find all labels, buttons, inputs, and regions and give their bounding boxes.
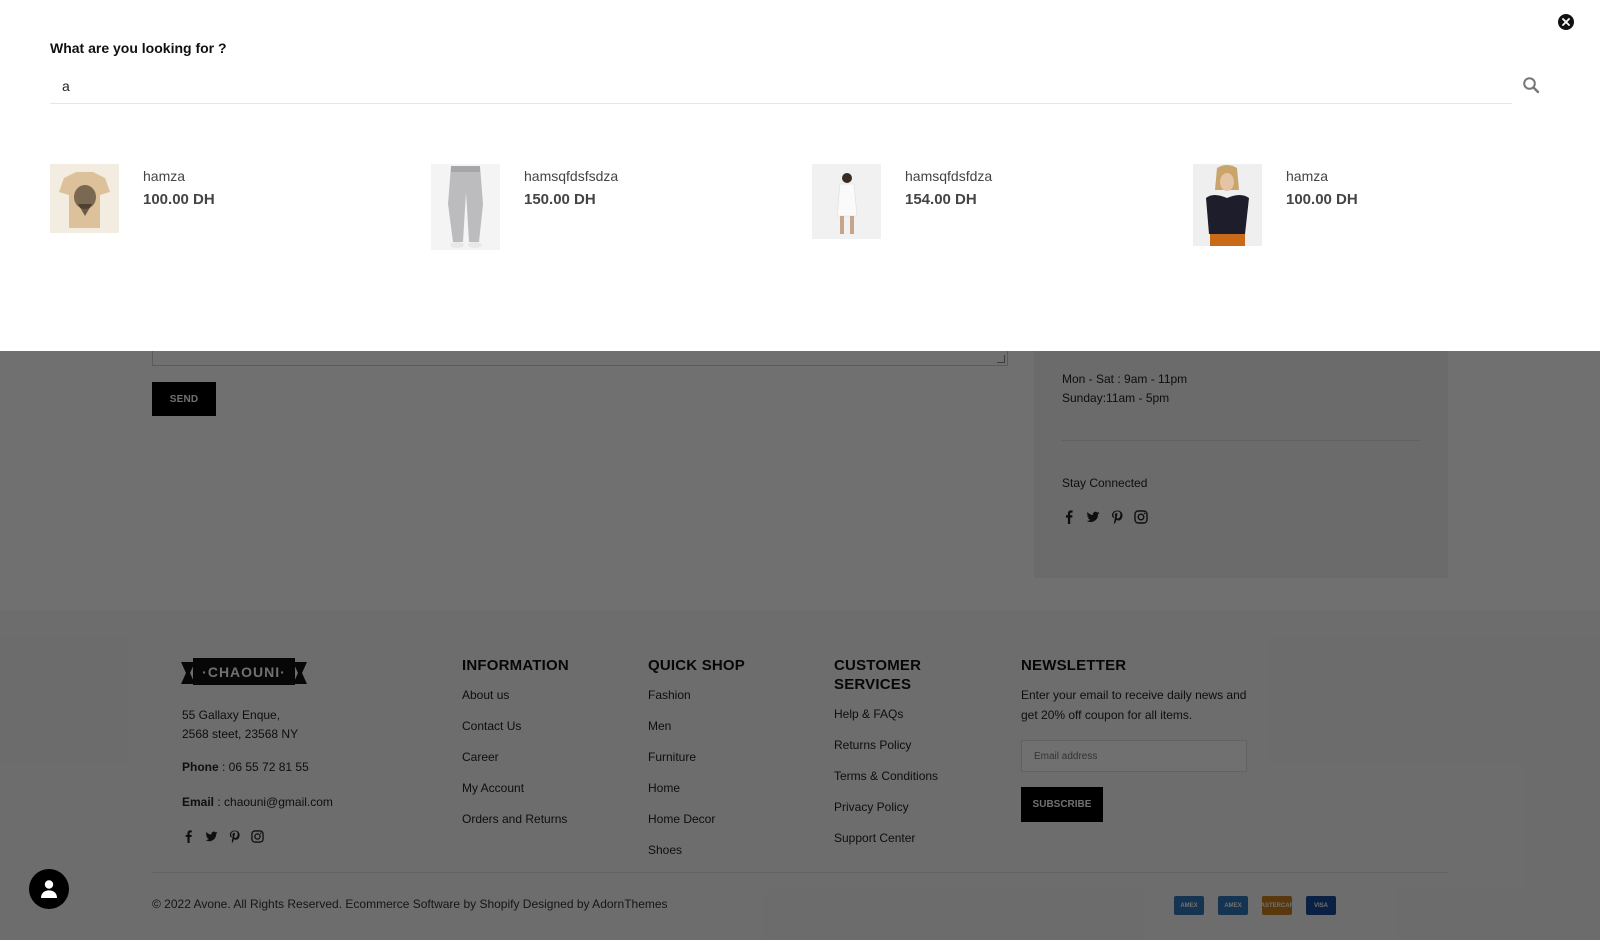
product-name[interactable]: hamza	[143, 168, 185, 184]
product-price: 154.00 DH	[905, 191, 977, 208]
footer-link-furniture[interactable]: Furniture	[648, 749, 745, 780]
close-icon	[1562, 18, 1570, 26]
facebook-icon[interactable]	[182, 830, 195, 843]
divider	[1062, 440, 1420, 441]
account-button[interactable]	[29, 869, 69, 909]
product-thumbnail[interactable]	[50, 164, 119, 233]
pinterest-icon[interactable]	[228, 830, 241, 843]
hours-weekdays: Mon - Sat : 9am - 11pm	[1062, 372, 1188, 386]
phone-info: Phone : 06 55 72 81 55	[182, 760, 309, 774]
store-address: 55 Gallaxy Enque, 2568 steet, 23568 NY	[182, 706, 298, 744]
information-title: INFORMATION	[462, 657, 569, 674]
product-thumbnail[interactable]	[431, 164, 500, 250]
footer-link-about-us[interactable]: About us	[462, 687, 569, 718]
footer-link-support-center[interactable]: Support Center	[834, 830, 954, 861]
footer-link-help-faqs[interactable]: Help & FAQs	[834, 706, 954, 737]
product-thumbnail[interactable]	[812, 164, 881, 239]
footer-link-shoes[interactable]: Shoes	[648, 842, 745, 873]
newsletter-title: NEWSLETTER	[1021, 657, 1127, 674]
divider	[152, 872, 1448, 873]
footer-link-home-decor[interactable]: Home Decor	[648, 811, 745, 842]
search-result-item[interactable]: hamsqfdsfsdza 150.00 DH	[431, 164, 791, 254]
customer-services-title: CUSTOMER SERVICES	[834, 657, 922, 693]
pinterest-icon[interactable]	[1110, 510, 1124, 524]
payment-methods: AMEX AMEX MASTERCARD VISA	[1174, 896, 1336, 915]
visa-card-icon: VISA	[1306, 896, 1336, 915]
product-price: 100.00 DH	[143, 191, 215, 208]
address-line-1: 55 Gallaxy Enque,	[182, 708, 281, 722]
footer-information-column: INFORMATION About us Contact Us Career M…	[462, 656, 569, 842]
phone-value: : 06 55 72 81 55	[218, 760, 309, 774]
product-name[interactable]: hamsqfdsfsdza	[524, 168, 618, 184]
product-price: 150.00 DH	[524, 191, 596, 208]
footer-link-home[interactable]: Home	[648, 780, 745, 811]
footer-customer-services-column: CUSTOMER SERVICES Help & FAQs Returns Po…	[834, 656, 954, 861]
search-results: hamza 100.00 DH hamsqfdsfsdza 150.00 DH …	[50, 164, 1570, 254]
search-drawer: What are you looking for ? hamza 100.00 …	[0, 0, 1600, 351]
footer-link-returns-policy[interactable]: Returns Policy	[834, 737, 954, 768]
search-result-item[interactable]: hamza 100.00 DH	[1193, 164, 1553, 254]
site-footer: ·CHAOUNI· 55 Gallaxy Enque, 2568 steet, …	[0, 610, 1600, 940]
email-label: Email	[182, 795, 215, 809]
mastercard-icon: MASTERCARD	[1256, 896, 1298, 915]
footer-quick-shop-column: QUICK SHOP Fashion Men Furniture Home Ho…	[648, 656, 745, 873]
search-icon[interactable]	[1522, 76, 1540, 94]
hours-sunday: Sunday:11am - 5pm	[1062, 391, 1170, 405]
footer-newsletter-column: NEWSLETTER Enter your email to receive d…	[1021, 656, 1261, 822]
search-result-item[interactable]: hamza 100.00 DH	[50, 164, 410, 254]
resize-handle-icon[interactable]	[997, 355, 1005, 363]
close-search-button[interactable]	[1558, 14, 1574, 30]
copyright-text: © 2022 Avone. All Rights Reserved. Ecomm…	[152, 897, 668, 911]
facebook-icon[interactable]	[1062, 510, 1076, 524]
twitter-icon[interactable]	[1086, 510, 1100, 524]
search-input[interactable]	[50, 68, 1512, 104]
product-price: 100.00 DH	[1286, 191, 1358, 208]
contact-social-links	[1062, 510, 1148, 524]
newsletter-text: Enter your email to receive daily news a…	[1021, 688, 1247, 722]
send-button[interactable]: SEND	[152, 382, 216, 416]
footer-link-career[interactable]: Career	[462, 749, 569, 780]
footer-link-privacy-policy[interactable]: Privacy Policy	[834, 799, 954, 830]
opening-hours: Mon - Sat : 9am - 11pm Sunday:11am - 5pm	[1062, 370, 1187, 408]
email-value[interactable]: : chaouni@gmail.com	[214, 795, 333, 809]
product-thumbnail[interactable]	[1193, 164, 1262, 246]
amex-card-icon: AMEX	[1218, 896, 1248, 915]
footer-link-terms[interactable]: Terms & Conditions	[834, 768, 954, 799]
product-name[interactable]: hamsqfdsfdza	[905, 168, 992, 184]
instagram-icon[interactable]	[251, 830, 264, 843]
product-name[interactable]: hamza	[1286, 168, 1328, 184]
twitter-icon[interactable]	[205, 830, 218, 843]
chaouni-logo[interactable]: ·CHAOUNI·	[181, 658, 307, 688]
search-result-item[interactable]: hamsqfdsfdza 154.00 DH	[812, 164, 1172, 254]
footer-link-orders-returns[interactable]: Orders and Returns	[462, 811, 569, 842]
svg-text:·CHAOUNI·: ·CHAOUNI·	[202, 664, 286, 680]
email-info: Email : chaouni@gmail.com	[182, 795, 333, 809]
quick-shop-title: QUICK SHOP	[648, 657, 746, 674]
user-icon	[41, 880, 57, 898]
phone-label: Phone	[182, 760, 219, 774]
newsletter-email-input[interactable]	[1021, 740, 1247, 772]
instagram-icon[interactable]	[1134, 510, 1148, 524]
subscribe-button[interactable]: SUBSCRIBE	[1021, 787, 1103, 822]
amex-card-icon: AMEX	[1174, 896, 1204, 915]
store-info-box: Mon - Sat : 9am - 11pm Sunday:11am - 5pm…	[1034, 340, 1448, 578]
stay-connected-label: Stay Connected	[1062, 476, 1148, 490]
footer-social-links	[182, 830, 264, 843]
search-heading: What are you looking for ?	[50, 40, 227, 56]
footer-link-contact-us[interactable]: Contact Us	[462, 718, 569, 749]
footer-link-men[interactable]: Men	[648, 718, 745, 749]
footer-link-fashion[interactable]: Fashion	[648, 687, 745, 718]
address-line-2: 2568 steet, 23568 NY	[182, 727, 299, 741]
footer-link-my-account[interactable]: My Account	[462, 780, 569, 811]
